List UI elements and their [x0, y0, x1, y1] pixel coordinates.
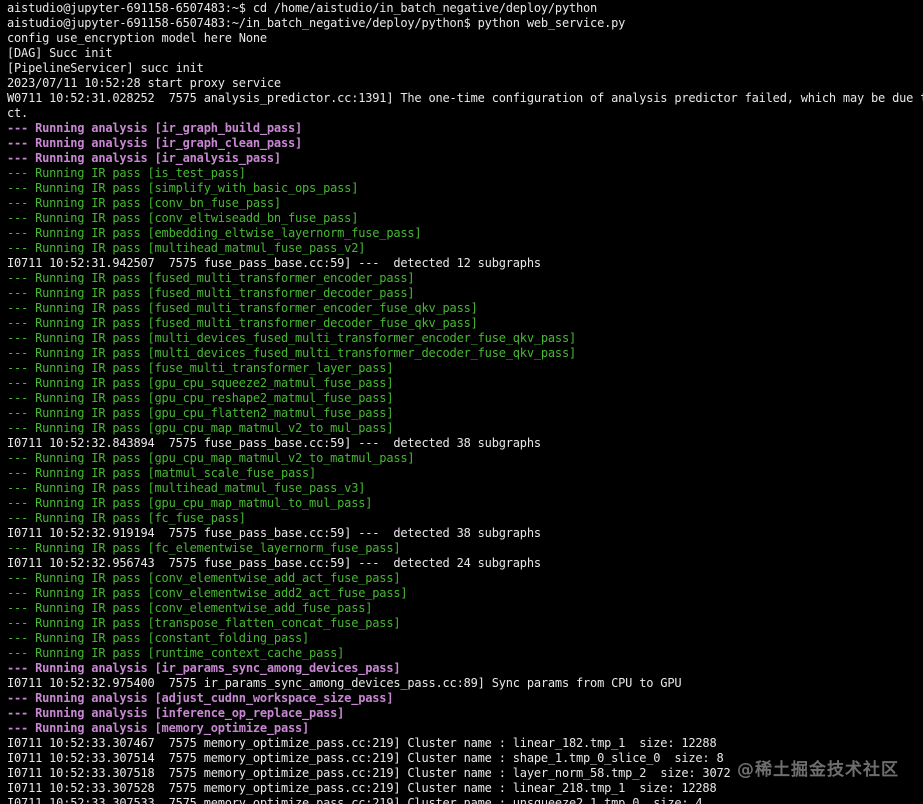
terminal-line: --- Running IR pass [fc_elementwise_laye…: [7, 541, 401, 555]
terminal-line: config use_encryption model here None: [7, 31, 267, 45]
terminal-line: I0711 10:52:33.307467 7575 memory_optimi…: [7, 736, 717, 750]
terminal-line: --- Running IR pass [gpu_cpu_reshape2_ma…: [7, 391, 394, 405]
terminal-line: --- Running IR pass [is_test_pass]: [7, 166, 246, 180]
terminal-line: --- Running IR pass [fused_multi_transfo…: [7, 271, 415, 285]
watermark: @稀土掘金技术社区: [737, 760, 899, 780]
terminal-line: --- Running IR pass [matmul_scale_fuse_p…: [7, 466, 317, 480]
terminal-line: [PipelineServicer] succ init: [7, 61, 204, 75]
terminal-line: W0711 10:52:31.028252 7575 analysis_pred…: [7, 91, 923, 105]
terminal-line: --- Running IR pass [transpose_flatten_c…: [7, 616, 401, 630]
terminal-line: 2023/07/11 10:52:28 start proxy service: [7, 76, 281, 90]
terminal-line: --- Running analysis [ir_params_sync_amo…: [7, 661, 401, 675]
terminal-line: aistudio@jupyter-691158-6507483:~/in_bat…: [7, 16, 626, 30]
terminal-line: --- Running analysis [ir_graph_build_pas…: [7, 121, 303, 135]
terminal-line: --- Running IR pass [fused_multi_transfo…: [7, 286, 415, 300]
terminal-line: --- Running IR pass [constant_folding_pa…: [7, 631, 310, 645]
terminal-line: I0711 10:52:32.956743 7575 fuse_pass_bas…: [7, 556, 541, 570]
terminal-line: --- Running IR pass [conv_elementwise_ad…: [7, 571, 401, 585]
terminal-line: --- Running analysis [memory_optimize_pa…: [7, 721, 310, 735]
terminal-line: I0711 10:52:32.975400 7575 ir_params_syn…: [7, 676, 682, 690]
terminal-line: --- Running IR pass [gpu_cpu_map_matmul_…: [7, 421, 394, 435]
terminal-line: --- Running analysis [inference_op_repla…: [7, 706, 345, 720]
terminal-line: --- Running analysis [ir_graph_clean_pas…: [7, 136, 303, 150]
terminal-line: --- Running IR pass [multihead_matmul_fu…: [7, 241, 366, 255]
terminal-line: --- Running IR pass [embedding_eltwise_l…: [7, 226, 422, 240]
terminal-line: --- Running analysis [adjust_cudnn_works…: [7, 691, 394, 705]
terminal-line: --- Running IR pass [gpu_cpu_squeeze2_ma…: [7, 376, 394, 390]
terminal-window[interactable]: aistudio@jupyter-691158-6507483:~$ cd /h…: [0, 0, 923, 804]
terminal-line: --- Running IR pass [conv_bn_fuse_pass]: [7, 196, 281, 210]
terminal-line: aistudio@jupyter-691158-6507483:~$ cd /h…: [7, 1, 598, 15]
terminal-line: --- Running IR pass [runtime_context_cac…: [7, 646, 345, 660]
terminal-line: --- Running analysis [ir_analysis_pass]: [7, 151, 281, 165]
terminal-line: I0711 10:52:32.843894 7575 fuse_pass_bas…: [7, 436, 541, 450]
terminal-line: [DAG] Succ init: [7, 46, 113, 60]
terminal-line: --- Running IR pass [fused_multi_transfo…: [7, 301, 478, 315]
terminal-line: --- Running IR pass [simplify_with_basic…: [7, 181, 359, 195]
terminal-line: --- Running IR pass [gpu_cpu_map_matmul_…: [7, 496, 373, 510]
terminal-line: I0711 10:52:32.919194 7575 fuse_pass_bas…: [7, 526, 541, 540]
terminal-line: --- Running IR pass [multi_devices_fused…: [7, 331, 576, 345]
terminal-line: --- Running IR pass [gpu_cpu_flatten2_ma…: [7, 406, 394, 420]
terminal-line: I0711 10:52:31.942507 7575 fuse_pass_bas…: [7, 256, 541, 270]
terminal-line: --- Running IR pass [multi_devices_fused…: [7, 346, 576, 360]
terminal-line: --- Running IR pass [conv_elementwise_ad…: [7, 586, 408, 600]
terminal-line: --- Running IR pass [conv_elementwise_ad…: [7, 601, 373, 615]
terminal-line: --- Running IR pass [multihead_matmul_fu…: [7, 481, 366, 495]
terminal-line: --- Running IR pass [fused_multi_transfo…: [7, 316, 478, 330]
terminal-line: ct.: [7, 106, 29, 120]
terminal-line: --- Running IR pass [fuse_multi_transfor…: [7, 361, 394, 375]
terminal-line: --- Running IR pass [conv_eltwiseadd_bn_…: [7, 211, 359, 225]
terminal-line: I0711 10:52:33.307533 7575 memory_optimi…: [7, 796, 703, 804]
terminal-line: --- Running IR pass [gpu_cpu_map_matmul_…: [7, 451, 415, 465]
terminal-line: I0711 10:52:33.307528 7575 memory_optimi…: [7, 781, 717, 795]
terminal-line: --- Running IR pass [fc_fuse_pass]: [7, 511, 246, 525]
